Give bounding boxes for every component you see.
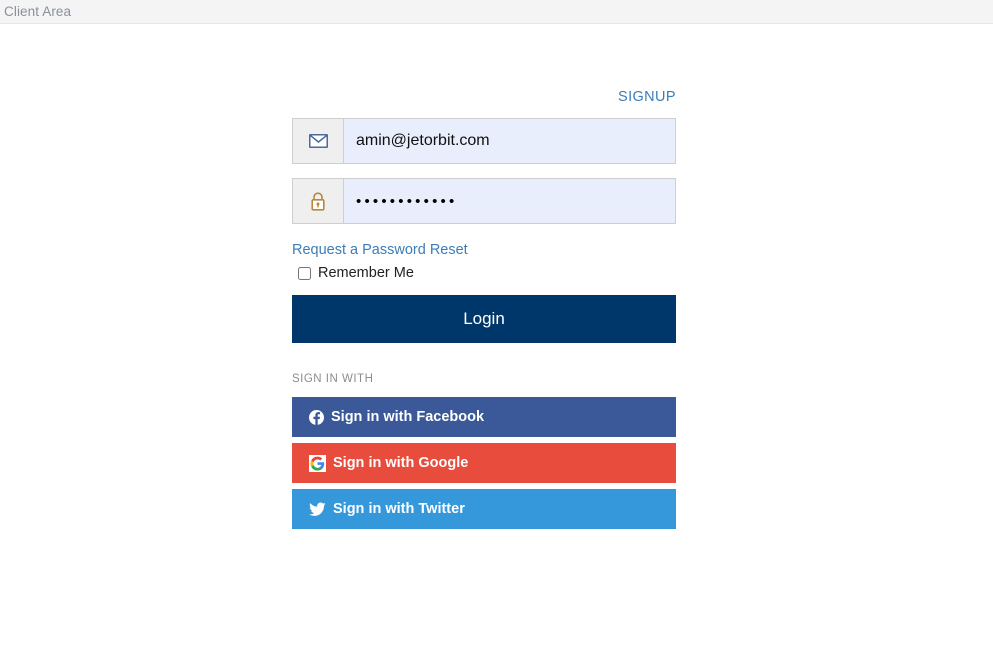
remember-me-label[interactable]: Remember Me (318, 265, 414, 281)
social-signin-heading: SIGN IN WITH (292, 373, 374, 385)
password-reset-link[interactable]: Request a Password Reset (292, 242, 468, 258)
page-title: Client Area (4, 3, 72, 19)
twitter-signin-button[interactable]: Sign in with Twitter (292, 489, 676, 529)
login-form-column: SIGNUP Re (292, 24, 676, 529)
facebook-signin-label: Sign in with Facebook (331, 409, 485, 425)
top-header-bar: Client Area (0, 0, 993, 24)
remember-me-row[interactable]: Remember Me (292, 265, 676, 281)
email-input-group[interactable] (292, 118, 676, 164)
facebook-signin-button[interactable]: Sign in with Facebook (292, 397, 676, 437)
signup-row: SIGNUP (292, 88, 676, 118)
google-signin-label: Sign in with Google (333, 455, 469, 471)
remember-me-checkbox[interactable] (298, 266, 311, 280)
lock-icon (293, 179, 344, 223)
email-input[interactable] (344, 119, 675, 163)
twitter-signin-label: Sign in with Twitter (333, 501, 465, 517)
page-body: SIGNUP Re (0, 24, 993, 529)
password-input-group[interactable] (292, 178, 676, 224)
password-input[interactable] (344, 179, 675, 223)
envelope-icon (293, 119, 344, 163)
google-signin-button[interactable]: Sign in with Google (292, 443, 676, 483)
facebook-icon (309, 409, 324, 425)
twitter-icon (309, 502, 326, 517)
google-icon (309, 454, 326, 472)
signup-link[interactable]: SIGNUP (618, 89, 676, 105)
login-button[interactable]: Login (292, 295, 676, 343)
